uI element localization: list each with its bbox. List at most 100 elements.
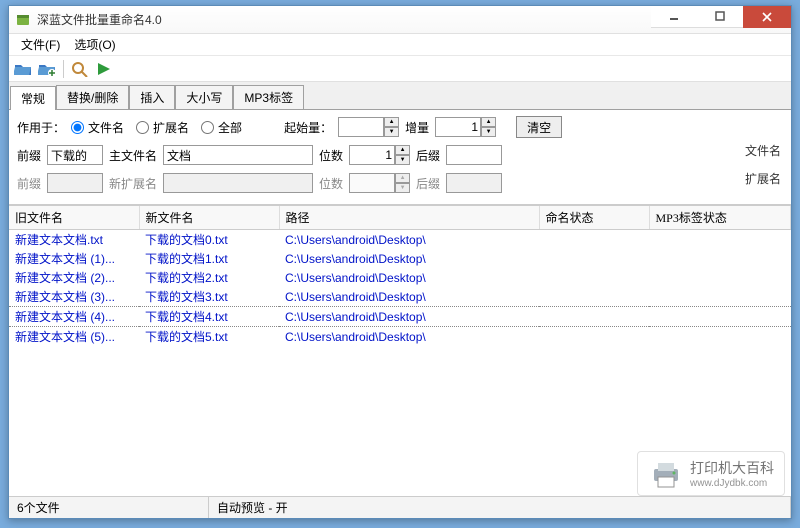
- tab-mp3tag[interactable]: MP3标签: [233, 85, 304, 109]
- suffix-input[interactable]: [446, 145, 502, 165]
- table-row[interactable]: 新建文本文档 (4)...下载的文档4.txtC:\Users\android\…: [9, 307, 791, 327]
- table-header-row: 旧文件名 新文件名 路径 命名状态 MP3标签状态: [9, 206, 791, 230]
- status-file-count: 6个文件: [9, 497, 209, 518]
- menu-options[interactable]: 选项(O): [68, 34, 121, 55]
- run-icon[interactable]: [94, 59, 114, 79]
- window-controls: [651, 6, 791, 28]
- clear-button[interactable]: 清空: [516, 116, 562, 138]
- cell-old: 新建文本文档 (2)...: [9, 268, 139, 287]
- table-row[interactable]: 新建文本文档 (2)...下载的文档2.txtC:\Users\android\…: [9, 268, 791, 287]
- close-button[interactable]: [743, 6, 791, 28]
- cell-mp3status: [649, 230, 791, 250]
- cell-status: [539, 249, 649, 268]
- cell-mp3status: [649, 307, 791, 327]
- cell-status: [539, 287, 649, 307]
- preview-icon[interactable]: [70, 59, 90, 79]
- cell-status: [539, 327, 649, 347]
- digits2-label: 位数: [319, 175, 343, 192]
- cell-path: C:\Users\android\Desktop\: [279, 307, 539, 327]
- suffix-label: 后缀: [416, 147, 440, 164]
- cell-path: C:\Users\android\Desktop\: [279, 327, 539, 347]
- table-row[interactable]: 新建文本文档 (3)...下载的文档3.txtC:\Users\android\…: [9, 287, 791, 307]
- digits2-spinner: ▲▼: [349, 173, 410, 193]
- options-panel: 作用于： 文件名 扩展名 全部 起始量： ▲▼ 增量 ▲▼ 清空 文件名 前缀 …: [9, 110, 791, 205]
- toolbar-separator: [63, 60, 64, 78]
- status-preview: 自动预览 - 开: [209, 497, 791, 518]
- maximize-button[interactable]: [697, 6, 743, 28]
- cell-mp3status: [649, 327, 791, 347]
- prefix-label: 前缀: [17, 147, 41, 164]
- toolbar: [9, 56, 791, 82]
- apply-to-label: 作用于：: [17, 119, 65, 136]
- titlebar[interactable]: 深蓝文件批量重命名4.0: [9, 6, 791, 34]
- window-title: 深蓝文件批量重命名4.0: [37, 11, 651, 28]
- suffix2-input: [446, 173, 502, 193]
- start-spinner[interactable]: ▲▼: [338, 117, 399, 137]
- cell-mp3status: [649, 268, 791, 287]
- cell-old: 新建文本文档 (5)...: [9, 327, 139, 347]
- start-label: 起始量：: [284, 119, 332, 136]
- app-window: 深蓝文件批量重命名4.0 文件(F) 选项(O) 常规 替换/删除 插入 大小写…: [8, 5, 792, 519]
- col-path[interactable]: 路径: [279, 206, 539, 230]
- open-folder-icon[interactable]: [13, 59, 33, 79]
- cell-status: [539, 307, 649, 327]
- col-rename-status[interactable]: 命名状态: [539, 206, 649, 230]
- cell-path: C:\Users\android\Desktop\: [279, 249, 539, 268]
- menubar: 文件(F) 选项(O): [9, 34, 791, 56]
- cell-status: [539, 230, 649, 250]
- cell-new: 下载的文档0.txt: [139, 230, 279, 250]
- minimize-button[interactable]: [651, 6, 697, 28]
- newext-input: [163, 173, 313, 193]
- prefix-input[interactable]: [47, 145, 103, 165]
- cell-path: C:\Users\android\Desktop\: [279, 230, 539, 250]
- tab-insert[interactable]: 插入: [129, 85, 175, 109]
- col-mp3-status[interactable]: MP3标签状态: [649, 206, 791, 230]
- cell-old: 新建文本文档 (1)...: [9, 249, 139, 268]
- mainname-label: 主文件名: [109, 147, 157, 164]
- cell-new: 下载的文档5.txt: [139, 327, 279, 347]
- file-table[interactable]: 旧文件名 新文件名 路径 命名状态 MP3标签状态 新建文本文档.txt下载的文…: [9, 205, 791, 477]
- printer-icon: [648, 459, 684, 489]
- col-new-name[interactable]: 新文件名: [139, 206, 279, 230]
- digits-spinner[interactable]: ▲▼: [349, 145, 410, 165]
- watermark-text: 打印机大百科: [690, 458, 774, 478]
- cell-mp3status: [649, 249, 791, 268]
- cell-mp3status: [649, 287, 791, 307]
- cell-new: 下载的文档4.txt: [139, 307, 279, 327]
- cell-status: [539, 268, 649, 287]
- cell-path: C:\Users\android\Desktop\: [279, 287, 539, 307]
- radio-filename[interactable]: 文件名: [71, 119, 124, 136]
- increment-label: 增量: [405, 119, 429, 136]
- menu-file[interactable]: 文件(F): [15, 34, 66, 55]
- watermark: 打印机大百科 www.dJydbk.com: [637, 451, 785, 496]
- prefix2-input: [47, 173, 103, 193]
- add-file-icon[interactable]: [37, 59, 57, 79]
- digits-label: 位数: [319, 147, 343, 164]
- increment-spinner[interactable]: ▲▼: [435, 117, 496, 137]
- table-row[interactable]: 新建文本文档.txt下载的文档0.txtC:\Users\android\Des…: [9, 230, 791, 250]
- table-row[interactable]: 新建文本文档 (1)...下载的文档1.txtC:\Users\android\…: [9, 249, 791, 268]
- cell-old: 新建文本文档.txt: [9, 230, 139, 250]
- filename-section-label: 文件名: [745, 142, 781, 159]
- cell-old: 新建文本文档 (4)...: [9, 307, 139, 327]
- col-old-name[interactable]: 旧文件名: [9, 206, 139, 230]
- extension-section-label: 扩展名: [745, 170, 781, 187]
- mainname-input[interactable]: [163, 145, 313, 165]
- cell-new: 下载的文档1.txt: [139, 249, 279, 268]
- tab-case[interactable]: 大小写: [175, 85, 233, 109]
- cell-old: 新建文本文档 (3)...: [9, 287, 139, 307]
- cell-new: 下载的文档3.txt: [139, 287, 279, 307]
- watermark-url: www.dJydbk.com: [690, 478, 774, 489]
- statusbar: 6个文件 自动预览 - 开: [9, 496, 791, 518]
- prefix2-label: 前缀: [17, 175, 41, 192]
- tabs: 常规 替换/删除 插入 大小写 MP3标签: [9, 82, 791, 110]
- radio-all[interactable]: 全部: [201, 119, 242, 136]
- tab-general[interactable]: 常规: [10, 86, 56, 110]
- app-icon: [15, 12, 31, 28]
- cell-new: 下载的文档2.txt: [139, 268, 279, 287]
- newext-label: 新扩展名: [109, 175, 157, 192]
- radio-extension[interactable]: 扩展名: [136, 119, 189, 136]
- suffix2-label: 后缀: [416, 175, 440, 192]
- tab-replace-delete[interactable]: 替换/删除: [56, 85, 129, 109]
- table-row[interactable]: 新建文本文档 (5)...下载的文档5.txtC:\Users\android\…: [9, 327, 791, 347]
